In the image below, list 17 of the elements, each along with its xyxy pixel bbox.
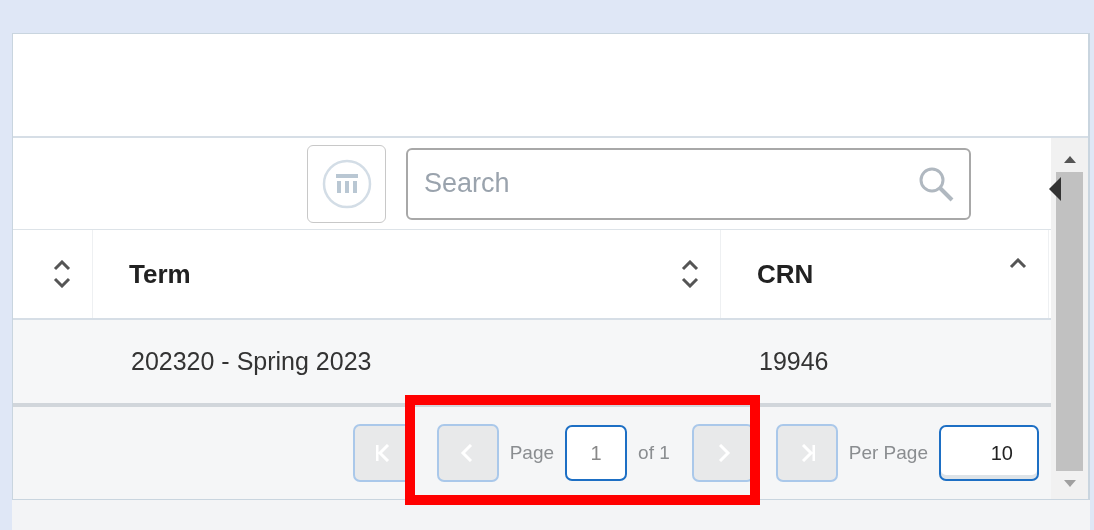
columns-icon <box>320 157 373 210</box>
per-page-label: Per Page <box>848 442 928 464</box>
collapse-arrow-icon[interactable] <box>1048 176 1062 202</box>
sort-ascending-icon[interactable] <box>1008 258 1028 270</box>
column-header[interactable]: CRN <box>757 258 1008 290</box>
per-page-input[interactable]: 10 <box>939 425 1039 481</box>
table-cell: 202320 - Spring 2023 <box>131 347 372 376</box>
scroll-thumb[interactable] <box>1056 172 1083 471</box>
sort-icon[interactable] <box>52 260 72 288</box>
page-label: Page <box>509 442 555 464</box>
sort-icon[interactable] <box>680 260 700 288</box>
table-cell: 19946 <box>759 347 829 376</box>
page-input[interactable]: 1 <box>565 425 628 481</box>
page-count: of 1 <box>638 442 670 464</box>
search-field[interactable]: Search <box>406 147 971 220</box>
column-header[interactable]: Term <box>129 258 680 290</box>
scrollbar[interactable] <box>1051 138 1088 499</box>
